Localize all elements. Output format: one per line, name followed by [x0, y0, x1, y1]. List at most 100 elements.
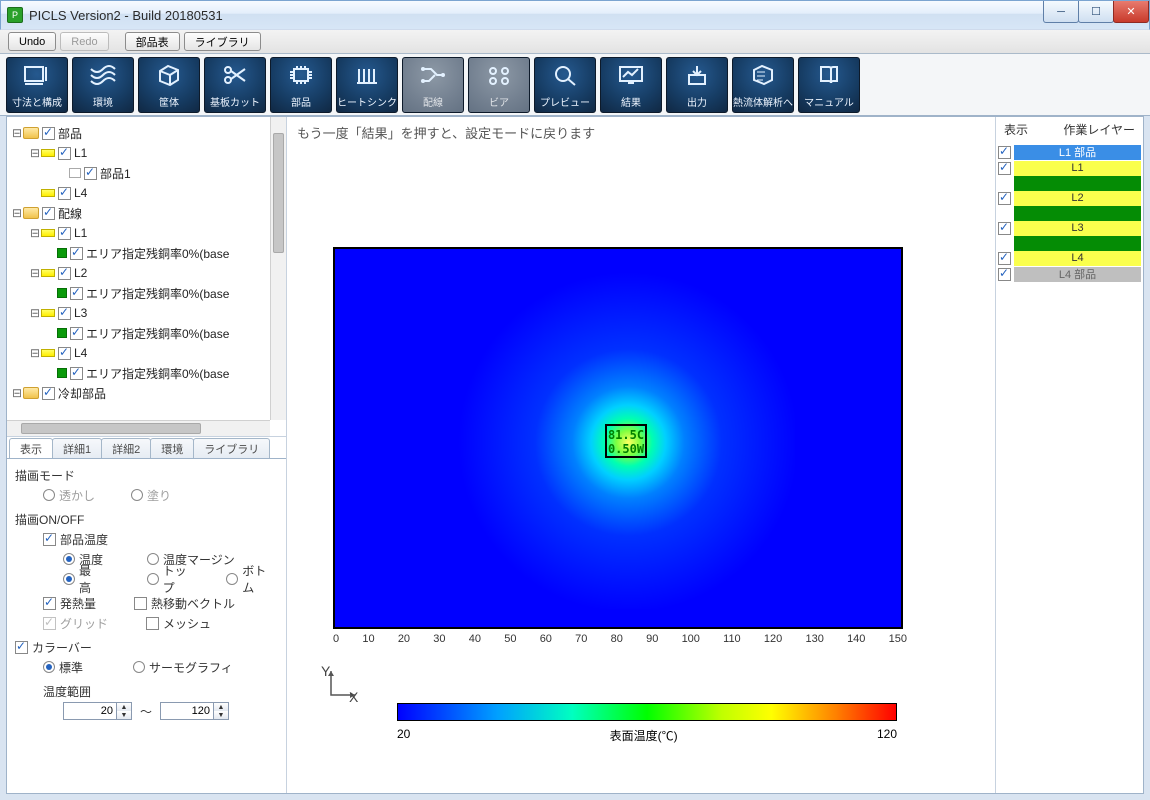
tree-label[interactable]: 配線	[58, 205, 82, 222]
check-heat[interactable]	[43, 597, 56, 610]
tree-checkbox[interactable]	[70, 327, 83, 340]
tree-checkbox[interactable]	[58, 307, 71, 320]
radio-temp-margin[interactable]	[147, 553, 159, 565]
tab-display[interactable]: 表示	[9, 438, 53, 458]
tree-label[interactable]: L3	[74, 306, 87, 320]
range-min-field[interactable]: ▲▼	[63, 702, 132, 720]
layer-label[interactable]: L1	[1014, 161, 1141, 176]
tree-label[interactable]: 部品	[58, 125, 82, 142]
layer-row[interactable]	[998, 176, 1141, 190]
layer-label[interactable]	[1014, 236, 1141, 251]
parts-table-button[interactable]: 部品表	[125, 32, 180, 51]
check-mesh[interactable]	[146, 617, 159, 630]
radio-fill[interactable]	[131, 489, 143, 501]
tree-twisty[interactable]	[57, 166, 69, 180]
tool-cfd[interactable]: 熱流体解析へ	[732, 57, 794, 113]
tab-detail2[interactable]: 詳細2	[101, 438, 151, 458]
tree-label[interactable]: 冷却部品	[58, 385, 106, 402]
tree-twisty[interactable]: ⊟	[11, 126, 23, 140]
layer-visibility-checkbox[interactable]	[998, 222, 1011, 235]
tree-twisty[interactable]: ⊟	[29, 346, 41, 360]
layer-visibility-checkbox[interactable]	[998, 146, 1011, 159]
range-max-field[interactable]: ▲▼	[160, 702, 229, 720]
tree-twisty[interactable]: ⊟	[29, 226, 41, 240]
tree-checkbox[interactable]	[70, 287, 83, 300]
layer-row[interactable]: L4 部品	[998, 266, 1141, 282]
layer-visibility-checkbox[interactable]	[998, 268, 1011, 281]
minimize-button[interactable]: ─	[1043, 1, 1079, 23]
tool-board-cut[interactable]: 基板カット	[204, 57, 266, 113]
tool-manual[interactable]: マニュアル	[798, 57, 860, 113]
tab-detail1[interactable]: 詳細1	[52, 438, 102, 458]
tree-twisty[interactable]: ⊟	[29, 146, 41, 160]
spin-down-icon[interactable]: ▼	[214, 711, 228, 719]
undo-button[interactable]: Undo	[8, 32, 56, 51]
tool-enclosure[interactable]: 筐体	[138, 57, 200, 113]
part-annotation[interactable]: 81.5C 0.50W	[605, 424, 647, 458]
tool-result[interactable]: 結果	[600, 57, 662, 113]
tree-label[interactable]: エリア指定残銅率0%(base	[86, 365, 229, 382]
tree-scroll-area[interactable]: ⊟部品 ⊟L1 部品1 L4 ⊟配線 ⊟L1 エリア指定残銅率0%(base ⊟…	[7, 117, 270, 420]
tool-parts[interactable]: 部品	[270, 57, 332, 113]
heatmap-plot[interactable]: 81.5C 0.50W	[333, 247, 903, 629]
spin-down-icon[interactable]: ▼	[117, 711, 131, 719]
tree-hscrollbar[interactable]	[7, 420, 270, 436]
tree-label[interactable]: L2	[74, 266, 87, 280]
tool-output[interactable]: 出力	[666, 57, 728, 113]
tab-library[interactable]: ライブラリ	[193, 438, 270, 458]
tree-label[interactable]: 部品1	[100, 165, 131, 182]
spin-up-icon[interactable]: ▲	[214, 703, 228, 711]
layer-row[interactable]: L1 部品	[998, 144, 1141, 160]
layer-label[interactable]: L4 部品	[1014, 267, 1141, 282]
tree-checkbox[interactable]	[42, 387, 55, 400]
radio-transparent[interactable]	[43, 489, 55, 501]
tree-twisty[interactable]: ⊟	[11, 206, 23, 220]
tree-checkbox[interactable]	[58, 227, 71, 240]
tree-label[interactable]: L1	[74, 146, 87, 160]
layer-row[interactable]	[998, 236, 1141, 250]
check-part-temp[interactable]	[43, 533, 56, 546]
tree-checkbox[interactable]	[70, 247, 83, 260]
layer-row[interactable]: L1	[998, 160, 1141, 176]
tree-label[interactable]: エリア指定残銅率0%(base	[86, 245, 229, 262]
tree-checkbox[interactable]	[70, 367, 83, 380]
tool-preview[interactable]: プレビュー	[534, 57, 596, 113]
tree-label[interactable]: エリア指定残銅率0%(base	[86, 285, 229, 302]
layer-row[interactable]: L3	[998, 220, 1141, 236]
layer-visibility-checkbox[interactable]	[998, 192, 1011, 205]
tree-checkbox[interactable]	[42, 127, 55, 140]
spin-up-icon[interactable]: ▲	[117, 703, 131, 711]
tree-vscrollbar[interactable]	[270, 117, 286, 420]
layer-visibility-checkbox[interactable]	[998, 252, 1011, 265]
tool-environment[interactable]: 環境	[72, 57, 134, 113]
radio-top[interactable]	[147, 573, 159, 585]
layer-row[interactable]: L4	[998, 250, 1141, 266]
tab-environment[interactable]: 環境	[150, 438, 194, 458]
tree-twisty[interactable]: ⊟	[29, 266, 41, 280]
tree-checkbox[interactable]	[58, 347, 71, 360]
result-viewport[interactable]: もう一度「結果」を押すと、設定モードに戻ります	[287, 117, 995, 793]
tree-checkbox[interactable]	[42, 207, 55, 220]
redo-button[interactable]: Redo	[60, 32, 108, 51]
radio-bottom[interactable]	[226, 573, 238, 585]
radio-temp[interactable]	[63, 553, 75, 565]
tree-label[interactable]: エリア指定残銅率0%(base	[86, 325, 229, 342]
layer-label[interactable]: L3	[1014, 221, 1141, 236]
layer-visibility-checkbox[interactable]	[998, 162, 1011, 175]
tree-twisty[interactable]: ⊟	[29, 306, 41, 320]
layer-label[interactable]	[1014, 176, 1141, 191]
tree-label[interactable]: L4	[74, 346, 87, 360]
radio-max[interactable]	[63, 573, 75, 585]
tree-checkbox[interactable]	[58, 187, 71, 200]
layer-row[interactable]	[998, 206, 1141, 220]
radio-standard[interactable]	[43, 661, 55, 673]
layer-label[interactable]: L2	[1014, 191, 1141, 206]
maximize-button[interactable]: ☐	[1078, 1, 1114, 23]
tool-dimensions[interactable]: 寸法と構成	[6, 57, 68, 113]
radio-thermography[interactable]	[133, 661, 145, 673]
layer-label[interactable]	[1014, 206, 1141, 221]
check-colorbar[interactable]	[15, 641, 28, 654]
tree-twisty[interactable]: ⊟	[11, 386, 23, 400]
tool-via[interactable]: ビア	[468, 57, 530, 113]
check-heat-vector[interactable]	[134, 597, 147, 610]
